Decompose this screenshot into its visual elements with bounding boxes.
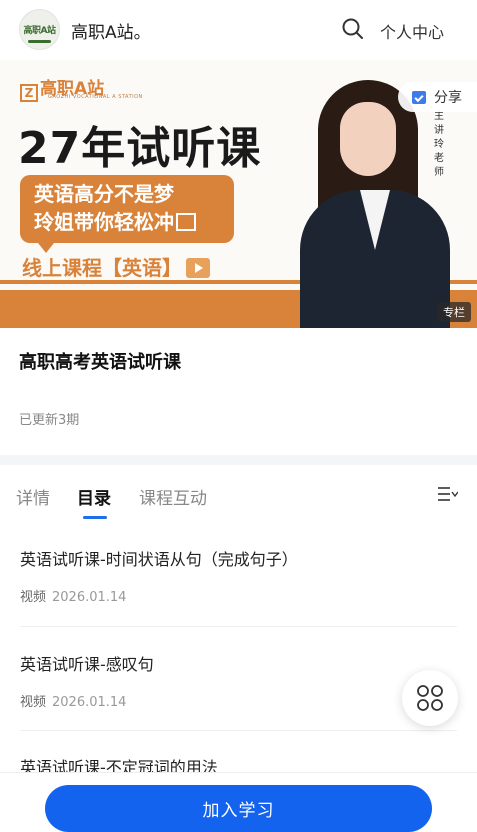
lesson-meta: 视频 2026.01.14 (20, 586, 457, 605)
share-button[interactable]: 分享 (398, 82, 477, 112)
slogan-line-2: 玲姐带你轻松冲 (34, 208, 220, 236)
course-tabs: 详情 目录 课程互动 (0, 466, 477, 522)
course-banner: Z 高职A站 GAOZHI VOCATIONAL A STATION 27年试听课… (0, 60, 477, 328)
tab-details[interactable]: 详情 (16, 484, 50, 509)
update-count: 已更新3期 (19, 413, 80, 428)
list-divider (20, 730, 457, 731)
teacher-tag: 主讲玲老师 (434, 111, 444, 178)
list-divider (20, 626, 457, 627)
top-header: 高职A站 高职A站。 个人中心 (0, 0, 477, 60)
banner-logo-mark: Z (20, 84, 38, 102)
course-title: 高职高考英语试听课 (19, 352, 181, 373)
banner-slogan: 英语高分不是梦 玲姐带你轻松冲 (20, 175, 234, 253)
play-icon (186, 258, 210, 278)
tab-interaction[interactable]: 课程互动 (139, 484, 207, 509)
checkbox-icon (176, 213, 196, 231)
list-menu-icon[interactable] (438, 486, 459, 506)
banner-logo-sub: GAOZHI VOCATIONAL A STATION (48, 94, 143, 100)
search-icon[interactable] (341, 17, 365, 41)
section-gap (0, 455, 477, 465)
lesson-title: 英语试听课-感叹句 (20, 655, 154, 674)
bottom-bar: 加入学习 (0, 772, 477, 832)
column-badge: 专栏 (437, 302, 471, 322)
avatar-bar (28, 40, 51, 43)
tab-active-indicator (83, 516, 107, 519)
avatar-logo-text: 高职A站 (23, 26, 56, 36)
slogan-line-1: 英语高分不是梦 (34, 182, 174, 206)
join-study-button[interactable]: 加入学习 (45, 785, 432, 832)
banner-subtitle: 线上课程【英语】 (22, 252, 210, 281)
grid-apps-icon[interactable] (402, 670, 458, 726)
lesson-meta: 视频 2026.01.14 (20, 691, 457, 710)
user-center-link[interactable]: 个人中心 (380, 19, 444, 43)
lesson-type: 视频 (20, 590, 47, 605)
tab-catalog[interactable]: 目录 (77, 484, 111, 509)
lesson-item[interactable]: 英语试听课-时间状语从句（完成句子） 视频 2026.01.14 (20, 546, 457, 605)
site-avatar[interactable]: 高职A站 (19, 9, 60, 50)
teacher-portrait (300, 80, 450, 328)
lesson-type: 视频 (20, 695, 47, 710)
share-icon (412, 90, 426, 104)
site-name[interactable]: 高职A站。 (71, 18, 151, 43)
lesson-date: 2026.01.14 (52, 590, 127, 605)
banner-title: 27年试听课 (18, 123, 262, 174)
banner-subtitle-text: 线上课程【英语】 (22, 256, 182, 280)
slogan-line-2-text: 玲姐带你轻松冲 (34, 210, 174, 234)
lesson-title: 英语试听课-时间状语从句（完成句子） (20, 550, 298, 569)
share-label: 分享 (434, 90, 462, 106)
lesson-item[interactable]: 英语试听课-感叹句 视频 2026.01.14 (20, 651, 457, 710)
lesson-date: 2026.01.14 (52, 695, 127, 710)
